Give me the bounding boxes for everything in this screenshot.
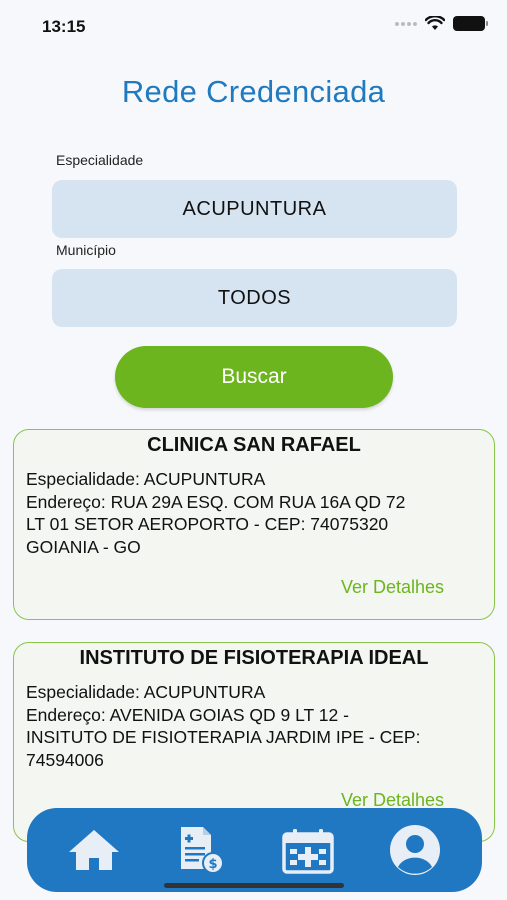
city-label: Município — [56, 242, 116, 258]
provider-address-line: Endereço: RUA 29A ESQ. COM RUA 16A QD 72 — [26, 491, 406, 512]
nav-profile[interactable] — [383, 818, 447, 882]
provider-name: INSTITUTO DE FISIOTERAPIA IDEAL — [79, 647, 429, 669]
specialty-label: Especialidade — [56, 152, 144, 168]
bottom-nav: $ — [27, 808, 482, 892]
profile-icon — [389, 825, 440, 875]
status-icons — [395, 16, 488, 31]
status-bar: 13:15 — [0, 0, 507, 52]
provider-name: CLINICA SAN RAFAEL — [147, 434, 361, 456]
city-select[interactable]: TODOS — [52, 269, 457, 327]
home-indicator — [164, 883, 344, 888]
search-button[interactable]: Buscar — [115, 346, 393, 408]
specialty-value: ACUPUNTURA — [182, 197, 327, 220]
specialty-select[interactable]: ACUPUNTURA — [52, 180, 457, 238]
provider-info: Especialidade: ACUPUNTURA Endereço: AVEN… — [26, 681, 490, 771]
search-button-label: Buscar — [221, 365, 287, 388]
provider-specialty: Especialidade: ACUPUNTURA — [26, 469, 266, 489]
provider-address-line: Endereço: AVENIDA GOIAS QD 9 LT 12 - — [26, 704, 349, 725]
view-details-link[interactable]: Ver Detalhes — [341, 577, 444, 598]
invoice-icon: $ — [181, 827, 225, 874]
page-title: Rede Credenciada — [121, 74, 386, 109]
status-time: 13:15 — [42, 17, 86, 36]
provider-address-line: 74594006 — [26, 749, 104, 770]
provider-address-line: LT 01 SETOR AEROPORTO - CEP: 74075320 — [26, 514, 389, 534]
battery-icon — [453, 16, 488, 31]
signal-icon — [395, 21, 417, 26]
nav-network[interactable] — [276, 818, 340, 882]
nav-home[interactable] — [62, 818, 126, 882]
provider-info: Especialidade: ACUPUNTURA Endereço: RUA … — [26, 468, 490, 558]
medical-calendar-icon — [282, 829, 334, 874]
provider-address-line: INSITUTO DE FISIOTERAPIA JARDIM IPE - CE… — [26, 727, 421, 747]
wifi-icon — [425, 16, 445, 30]
nav-invoices[interactable]: $ — [169, 818, 233, 882]
home-icon — [69, 830, 120, 870]
provider-specialty: Especialidade: ACUPUNTURA — [26, 682, 266, 702]
svg-text:$: $ — [209, 857, 218, 872]
provider-address-line: GOIANIA - GO — [26, 536, 141, 557]
city-value: TODOS — [217, 286, 292, 309]
result-card: CLINICA SAN RAFAEL Especialidade: ACUPUN… — [13, 429, 495, 620]
